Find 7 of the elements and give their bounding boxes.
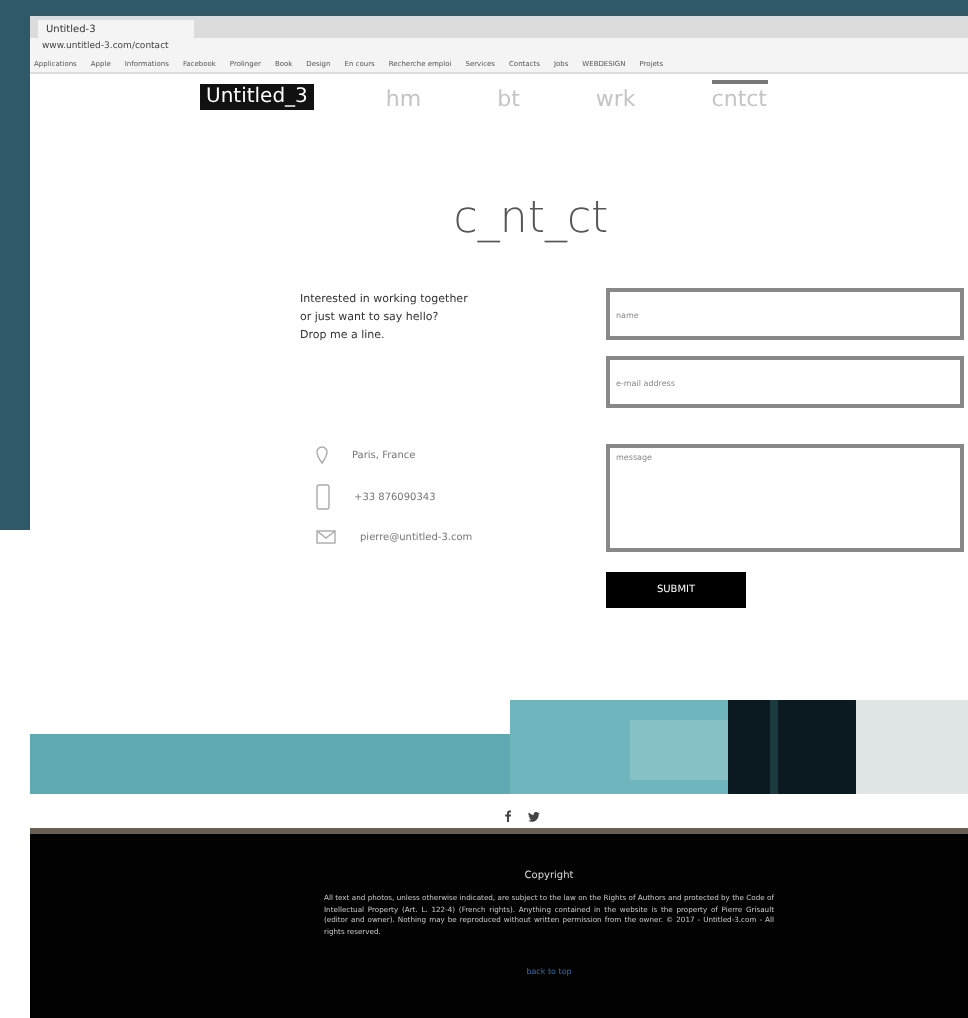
twitter-icon[interactable] [527, 811, 539, 821]
site-logo[interactable]: Untitled_3 [200, 83, 314, 109]
page-heading: c_nt_ct [451, 194, 611, 244]
phone-icon [316, 484, 330, 510]
facebook-icon[interactable] [503, 810, 511, 822]
location-pin-icon [316, 446, 328, 464]
mail-icon [316, 530, 336, 544]
